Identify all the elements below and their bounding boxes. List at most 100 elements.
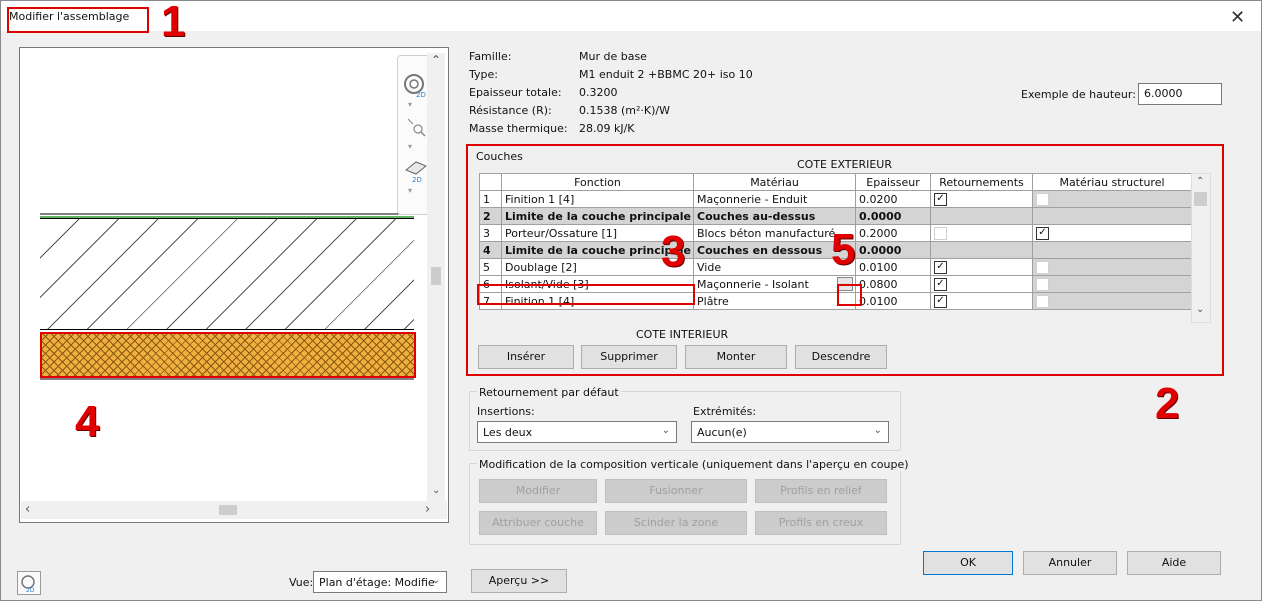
steering-wheel-icon[interactable]: 2D: [402, 72, 428, 99]
annotation-box-5: [837, 284, 862, 306]
descendre-button[interactable]: Descendre: [795, 345, 887, 369]
retournement-checkbox[interactable]: ✓: [934, 294, 947, 308]
view-cube-2d-icon[interactable]: 2D: [402, 158, 430, 184]
vue-label: Vue:: [289, 576, 314, 589]
preview-horizontal-scrollbar[interactable]: ‹ ›: [21, 501, 447, 519]
structurel-checkbox[interactable]: ✓: [1036, 226, 1049, 240]
structurel-cell[interactable]: ✓: [1032, 224, 1192, 242]
zoom-icon[interactable]: [405, 116, 427, 138]
vue-value: Plan d'étage: Modifie: [319, 576, 435, 589]
scroll-left-icon[interactable]: ‹: [25, 502, 30, 517]
extremites-select[interactable]: Aucun(e) ⌄: [691, 421, 889, 443]
scroll-thumb[interactable]: [431, 267, 441, 285]
structurel-checkbox: [1036, 192, 1049, 206]
cote-interieur-label: COTE INTERIEUR: [636, 328, 729, 341]
materiau-cell[interactable]: Plâtre: [693, 292, 856, 310]
apercu-button[interactable]: Aperçu >>: [471, 569, 567, 593]
fonction-cell[interactable]: Finition 1 [4]: [501, 190, 694, 208]
scroll-down-icon[interactable]: ⌄: [1196, 304, 1204, 315]
chevron-down-icon: ⌄: [431, 575, 440, 586]
header-retournements[interactable]: Retournements: [930, 173, 1033, 191]
monter-button[interactable]: Monter: [685, 345, 787, 369]
epaisseur-cell[interactable]: 0.0100: [855, 292, 931, 310]
inserer-button[interactable]: Insérer: [478, 345, 574, 369]
epaisseur-cell[interactable]: 0.0800: [855, 275, 931, 293]
retournement-checkbox[interactable]: ✓: [934, 260, 947, 274]
couches-group-label: Couches: [476, 150, 523, 163]
structurel-cell: [1032, 292, 1192, 310]
scroll-thumb[interactable]: [219, 505, 237, 515]
profils-creux-button[interactable]: Profils en creux: [755, 511, 887, 535]
table-scrollbar[interactable]: ⌃ ⌄: [1191, 173, 1211, 323]
retournement-cell: [930, 241, 1033, 259]
view-2d-button[interactable]: 2D: [17, 571, 41, 595]
insertions-label: Insertions:: [477, 405, 535, 418]
header-materiau-structurel[interactable]: Matériau structurel: [1032, 173, 1192, 191]
aide-button[interactable]: Aide: [1127, 551, 1221, 575]
famille-label: Famille:: [469, 50, 512, 63]
chevron-down-icon: ⌄: [873, 425, 882, 436]
retournement-checkbox: [934, 226, 947, 240]
preview-pane[interactable]: [19, 47, 449, 523]
scroll-right-icon[interactable]: ›: [425, 502, 430, 517]
preview-vertical-scrollbar[interactable]: ⌃ ⌄: [427, 53, 445, 501]
row-number[interactable]: 4: [479, 241, 502, 259]
modifier-button[interactable]: Modifier: [479, 479, 597, 503]
retournement-checkbox[interactable]: ✓: [934, 192, 947, 206]
annotation-box-3: [477, 284, 695, 305]
close-icon[interactable]: ✕: [1230, 7, 1245, 28]
annuler-button[interactable]: Annuler: [1023, 551, 1117, 575]
materiau-cell[interactable]: Maçonnerie - Enduit: [693, 190, 856, 208]
retournement-group-label: Retournement par défaut: [477, 386, 621, 399]
structurel-cell: [1032, 258, 1192, 276]
row-number[interactable]: 2: [479, 207, 502, 225]
svg-text:2D: 2D: [412, 176, 422, 184]
retournement-cell[interactable]: ✓: [930, 258, 1033, 276]
header-materiau[interactable]: Matériau: [693, 173, 856, 191]
materiau-cell: Couches au-dessus: [693, 207, 856, 225]
table-row[interactable]: 1 Finition 1 [4] Maçonnerie - Enduit 0.0…: [479, 190, 1192, 208]
row-number[interactable]: 3: [479, 224, 502, 242]
header-epaisseur[interactable]: Epaisseur: [855, 173, 931, 191]
annotation-number-5: 5: [831, 225, 856, 274]
supprimer-button[interactable]: Supprimer: [581, 345, 677, 369]
retournement-cell[interactable]: ✓: [930, 292, 1033, 310]
chevron-down-icon[interactable]: ▾: [408, 100, 412, 109]
epaisseur-value: 0.3200: [579, 86, 618, 99]
insulation-layer[interactable]: [40, 332, 416, 378]
row-number[interactable]: 1: [479, 190, 502, 208]
exemple-hauteur-input[interactable]: 6.0000: [1138, 83, 1222, 105]
ok-button[interactable]: OK: [923, 551, 1013, 575]
epaisseur-cell[interactable]: 0.0200: [855, 190, 931, 208]
materiau-cell[interactable]: Maçonnerie - Isolant ...: [693, 275, 856, 293]
retournement-cell[interactable]: ✓: [930, 275, 1033, 293]
scroll-down-icon[interactable]: ⌄: [432, 485, 440, 496]
fusionner-button[interactable]: Fusionner: [605, 479, 747, 503]
scroll-up-icon[interactable]: ⌃: [431, 53, 441, 67]
epaisseur-cell[interactable]: 0.0100: [855, 258, 931, 276]
retournement-cell[interactable]: [930, 224, 1033, 242]
scinder-zone-button[interactable]: Scinder la zone: [605, 511, 747, 535]
vue-select[interactable]: Plan d'étage: Modifie ⌄: [313, 571, 447, 593]
table-row[interactable]: 2 Limite de la couche principale Couches…: [479, 207, 1192, 225]
profils-relief-button[interactable]: Profils en relief: [755, 479, 887, 503]
dialog: Modifier l'assemblage ✕ 1 2D ▾ ▾ 2D ▾ ⌃ …: [0, 0, 1262, 601]
attribuer-couche-button[interactable]: Attribuer couche: [479, 511, 597, 535]
annotation-number-2: 2: [1155, 379, 1180, 428]
insertions-select[interactable]: Les deux ⌄: [477, 421, 677, 443]
row-number[interactable]: 5: [479, 258, 502, 276]
window-title: Modifier l'assemblage: [9, 10, 130, 23]
chevron-down-icon[interactable]: ▾: [408, 186, 412, 195]
structurel-cell: [1032, 190, 1192, 208]
header-number: [479, 173, 502, 191]
structurel-cell: [1032, 275, 1192, 293]
retournement-cell[interactable]: ✓: [930, 190, 1033, 208]
epaisseur-cell[interactable]: 0.2000: [855, 224, 931, 242]
scroll-thumb[interactable]: [1194, 192, 1207, 206]
insertions-value: Les deux: [483, 426, 533, 439]
scroll-up-icon[interactable]: ⌃: [1196, 176, 1204, 187]
chevron-down-icon[interactable]: ▾: [408, 142, 412, 151]
type-value: M1 enduit 2 +BBMC 20+ iso 10: [579, 68, 753, 81]
header-fonction[interactable]: Fonction: [501, 173, 694, 191]
retournement-checkbox[interactable]: ✓: [934, 277, 947, 291]
